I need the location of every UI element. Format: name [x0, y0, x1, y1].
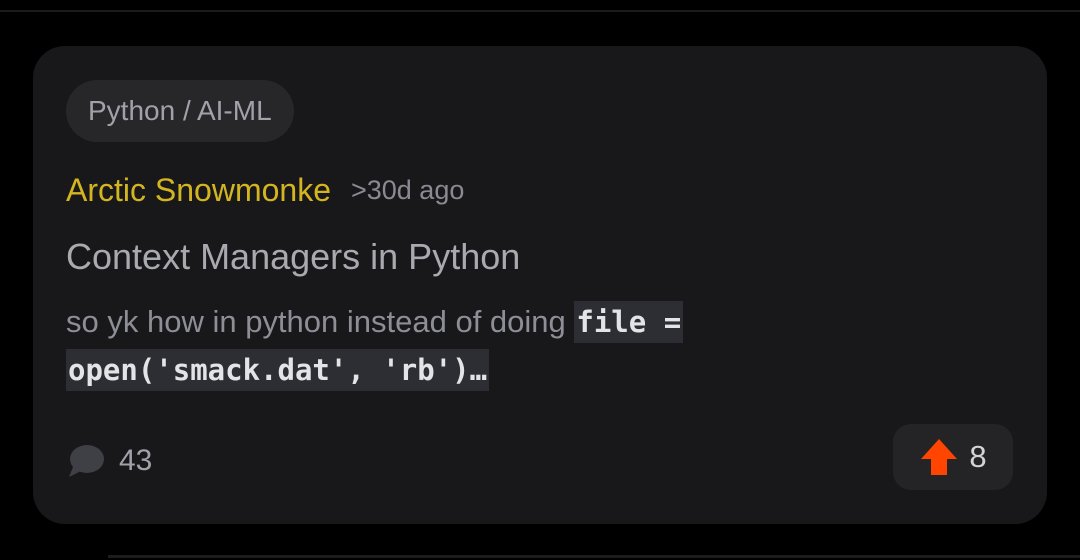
post-time: >30d ago — [350, 174, 465, 205]
comment-bubble-icon — [67, 443, 105, 479]
upvote-count: 8 — [969, 439, 987, 474]
post-title[interactable]: Context Managers in Python — [66, 232, 520, 282]
comments-button[interactable]: 43 — [67, 439, 152, 483]
post-card[interactable]: Python / AI-ML Arctic Snowmonke >30d ago… — [33, 46, 1047, 524]
category-tag[interactable]: Python / AI-ML — [66, 80, 294, 142]
excerpt-text: so yk how in python instead of doing — [66, 304, 575, 339]
excerpt-code-line-1: file = — [574, 301, 684, 343]
author-name[interactable]: Arctic Snowmonke — [66, 172, 331, 209]
top-divider — [0, 10, 1080, 12]
post-excerpt: so yk how in python instead of doing fil… — [66, 298, 966, 394]
upvote-arrow-icon — [919, 437, 959, 477]
bottom-divider — [108, 555, 1080, 558]
post-meta: Arctic Snowmonke >30d ago — [66, 168, 464, 212]
excerpt-code-line-2: open('smack.dat', 'rb')… — [66, 349, 490, 391]
upvote-button[interactable]: 8 — [893, 424, 1013, 490]
comment-count: 43 — [119, 444, 153, 477]
